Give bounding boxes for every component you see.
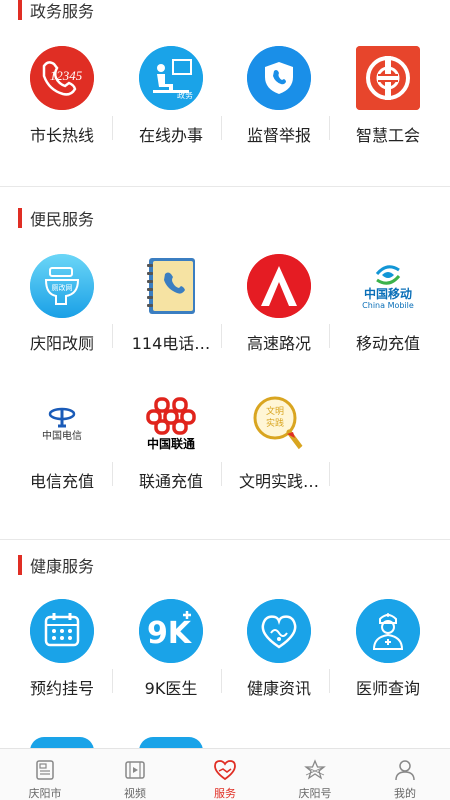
badge-text: 政务 — [177, 90, 193, 100]
tile-label: 移动充值 — [355, 334, 420, 353]
tile-doctor-search[interactable]: 医师查询 — [332, 599, 444, 699]
tile-mobile-recharge[interactable]: 中国移动 China Mobile 移动充值 — [332, 254, 444, 354]
user-icon — [392, 757, 418, 783]
service-heart-icon — [212, 757, 238, 783]
section-divider — [0, 186, 450, 187]
section-title: 健康服务 — [30, 557, 95, 576]
section-bar — [18, 208, 22, 228]
heart-health-icon — [247, 599, 311, 663]
svg-text:12345: 12345 — [50, 68, 83, 83]
star-icon — [302, 757, 328, 783]
tile-health-news[interactable]: 健康资讯 — [223, 599, 335, 699]
civilization-practice-icon: 文明 实践 — [247, 392, 311, 456]
tile-civilization-practice[interactable]: 文明 实践 文明实践… — [223, 392, 335, 492]
tab-video[interactable]: 视频 — [90, 749, 180, 800]
logo-text: 中国联通 — [146, 437, 195, 451]
tile-9k-doctor[interactable]: 9K 9K医生 — [115, 599, 227, 699]
tile-supervision-report[interactable]: 监督举报 — [223, 46, 335, 146]
divider — [221, 116, 222, 140]
tile-label: 9K医生 — [144, 679, 198, 698]
tile-label: 医师查询 — [355, 679, 420, 698]
tile-label: 联通充值 — [138, 472, 203, 491]
hotline-12345-icon: 12345 — [30, 46, 94, 110]
divider — [112, 116, 113, 140]
9k-doctor-icon: 9K — [139, 599, 203, 663]
phone-shield-icon — [247, 46, 311, 110]
section-bar — [18, 555, 22, 575]
tab-service[interactable]: 服务 — [180, 749, 270, 800]
section-title: 政务服务 — [30, 2, 95, 21]
tile-label: 庆阳改厕 — [29, 334, 94, 353]
tile-label: 市长热线 — [29, 126, 94, 145]
china-mobile-logo: 中国移动 China Mobile — [356, 254, 420, 318]
divider — [221, 462, 222, 486]
phonebook-icon — [139, 254, 203, 318]
divider — [112, 669, 113, 693]
section-bar — [18, 0, 22, 20]
divider — [112, 462, 113, 486]
tile-label: 电信充值 — [29, 472, 94, 491]
video-icon — [122, 757, 148, 783]
china-telecom-logo: 中国电信 — [30, 392, 94, 456]
tab-label: 视频 — [124, 787, 146, 800]
doctor-icon — [356, 599, 420, 663]
tile-online-affairs[interactable]: 政务 在线办事 — [115, 46, 227, 146]
tile-telecom-recharge[interactable]: 中国电信 电信充值 — [6, 392, 118, 492]
divider — [221, 669, 222, 693]
online-affairs-icon: 政务 — [139, 46, 203, 110]
logo-text: 中国移动 — [363, 286, 412, 301]
divider — [329, 462, 330, 486]
tile-toilet-reform[interactable]: 厕改网 庆阳改厕 — [6, 254, 118, 354]
tile-label: 预约挂号 — [29, 679, 94, 698]
calendar-icon — [30, 599, 94, 663]
china-unicom-logo: 中国联通 — [139, 392, 203, 456]
svg-text:文明: 文明 — [266, 405, 284, 417]
logo-text: 中国电信 — [42, 431, 82, 442]
section-header-health: 健康服务 — [18, 555, 95, 576]
section-header-government: 政务服务 — [18, 0, 95, 21]
badge-text: 厕改网 — [52, 283, 73, 292]
badge-text: 9K — [147, 616, 193, 651]
tab-label: 我的 — [394, 787, 416, 800]
tile-mayor-hotline[interactable]: 12345 市长热线 — [6, 46, 118, 146]
tile-label: 高速路况 — [246, 334, 311, 353]
tab-label: 服务 — [214, 787, 236, 800]
divider — [329, 324, 330, 348]
tile-label: 114电话… — [131, 334, 211, 353]
divider — [329, 669, 330, 693]
tile-smart-union[interactable]: 智慧工会 — [332, 46, 444, 146]
divider — [112, 324, 113, 348]
tab-label: 庆阳市 — [28, 787, 62, 800]
tile-appointment[interactable]: 预约挂号 — [6, 599, 118, 699]
bottom-tab-bar: 庆阳市 视频 服务 庆阳号 我的 — [0, 748, 450, 800]
tab-qingyang-city[interactable]: 庆阳市 — [0, 749, 90, 800]
section-header-convenience: 便民服务 — [18, 208, 95, 229]
highway-icon — [247, 254, 311, 318]
tile-label: 在线办事 — [138, 126, 203, 145]
tile-114-phone[interactable]: 114电话… — [115, 254, 227, 354]
toilet-icon: 厕改网 — [30, 254, 94, 318]
divider — [221, 324, 222, 348]
trade-union-icon — [356, 46, 420, 110]
tile-label: 监督举报 — [246, 126, 311, 145]
tab-qingyang-account[interactable]: 庆阳号 — [270, 749, 360, 800]
tab-label: 庆阳号 — [298, 787, 332, 800]
section-divider — [0, 539, 450, 540]
divider — [329, 116, 330, 140]
tile-label: 智慧工会 — [355, 126, 420, 145]
news-icon — [32, 757, 58, 783]
section-title: 便民服务 — [30, 210, 95, 229]
logo-subtext: China Mobile — [362, 300, 414, 310]
svg-text:实践: 实践 — [266, 417, 284, 429]
tile-unicom-recharge[interactable]: 中国联通 联通充值 — [115, 392, 227, 492]
tile-label: 文明实践… — [238, 472, 319, 491]
tab-mine[interactable]: 我的 — [360, 749, 450, 800]
tile-highway-traffic[interactable]: 高速路况 — [223, 254, 335, 354]
tile-label: 健康资讯 — [246, 679, 311, 698]
